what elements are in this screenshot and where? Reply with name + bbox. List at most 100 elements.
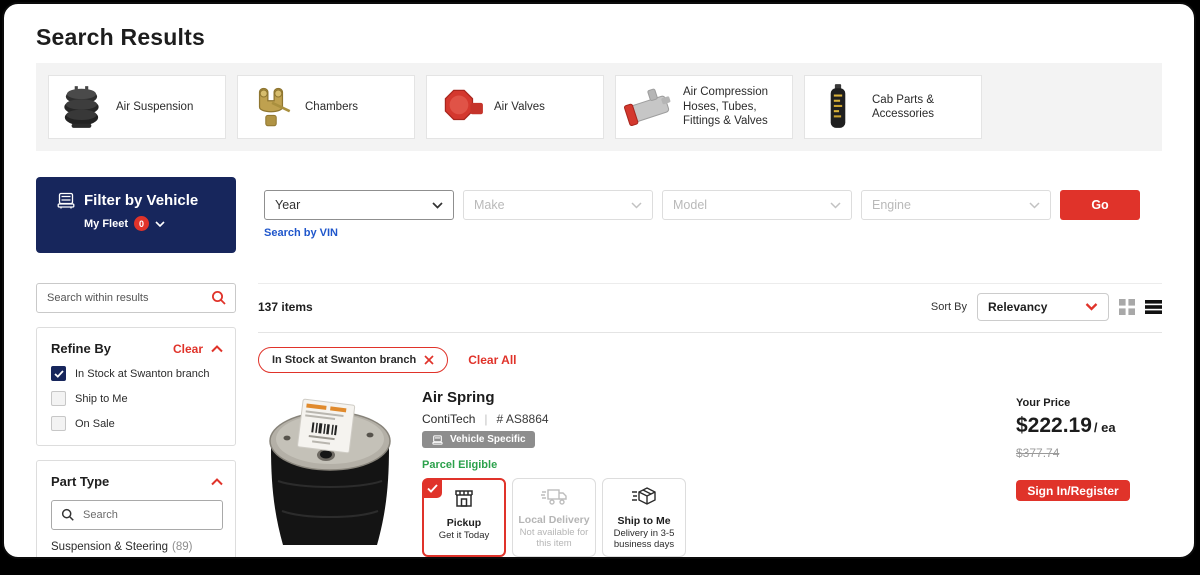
filter-by-vehicle-title: Filter by Vehicle xyxy=(84,192,198,209)
chevron-up-icon[interactable] xyxy=(211,478,223,486)
delivery-truck-icon xyxy=(541,486,568,506)
filter-by-vehicle-panel: Filter by Vehicle My Fleet 0 xyxy=(36,177,236,253)
my-fleet-label: My Fleet xyxy=(84,218,128,230)
search-within-results-input[interactable] xyxy=(47,292,211,304)
refine-clear-link[interactable]: Clear xyxy=(173,342,203,356)
search-icon xyxy=(61,508,75,522)
engine-select-value: Engine xyxy=(872,198,911,212)
list-view-button[interactable] xyxy=(1145,299,1162,315)
filter-option-in-stock[interactable]: In Stock at Swanton branch xyxy=(51,366,223,381)
category-card-air-compression[interactable]: Air Compression Hoses, Tubes, Fittings &… xyxy=(615,75,793,139)
category-label: Chambers xyxy=(305,100,358,114)
filter-chip-in-stock[interactable]: In Stock at Swanton branch xyxy=(258,347,448,373)
refine-by-title: Refine By xyxy=(51,341,111,356)
grid-view-button[interactable] xyxy=(1119,299,1135,315)
search-icon[interactable] xyxy=(211,290,227,306)
list-view-icon xyxy=(1145,299,1162,315)
part-type-item-suspension[interactable]: Suspension & Steering(89) xyxy=(51,541,223,553)
my-fleet-toggle[interactable]: My Fleet 0 xyxy=(56,216,236,231)
truck-icon xyxy=(431,435,444,445)
category-label: Cab Parts & Accessories xyxy=(872,93,973,122)
part-type-search-input[interactable] xyxy=(83,509,213,521)
fulfillment-subtitle: Delivery in 3-5 business days xyxy=(607,528,681,551)
category-card-cab-parts[interactable]: Cab Parts & Accessories xyxy=(804,75,982,139)
chevron-down-icon xyxy=(1085,303,1098,311)
fulfillment-title: Pickup xyxy=(428,517,500,529)
part-type-search-box xyxy=(51,500,223,530)
local-delivery-option: Local Delivery Not available for this it… xyxy=(512,478,596,558)
brand-name[interactable]: ContiTech xyxy=(422,412,475,426)
search-results-page: Search Results Air Suspension Chambers xyxy=(2,2,1196,559)
clear-all-link[interactable]: Clear All xyxy=(468,353,516,367)
model-select-value: Model xyxy=(673,198,707,212)
category-label: Air Suspension xyxy=(116,100,193,114)
engine-select[interactable]: Engine xyxy=(861,190,1051,220)
pickup-option[interactable]: Pickup Get it Today xyxy=(422,478,506,558)
search-by-vin-link[interactable]: Search by VIN xyxy=(264,227,338,239)
make-select[interactable]: Make xyxy=(463,190,653,220)
part-type-title: Part Type xyxy=(51,474,109,489)
vehicle-specific-label: Vehicle Specific xyxy=(450,434,526,445)
chevron-down-icon xyxy=(631,202,642,209)
search-within-results-box xyxy=(36,283,236,313)
filter-option-label: On Sale xyxy=(75,418,115,430)
filter-option-label: Ship to Me xyxy=(75,393,128,405)
filter-option-on-sale[interactable]: On Sale xyxy=(51,416,223,431)
parcel-eligible-label: Parcel Eligible xyxy=(422,459,762,471)
fulfillment-subtitle: Not available for this item xyxy=(517,527,591,550)
refine-by-section: Refine By Clear In Stock at Swanton bran… xyxy=(36,327,236,446)
air-suspension-image xyxy=(57,81,107,133)
your-price-label: Your Price xyxy=(1016,397,1162,409)
category-strip: Air Suspension Chambers Air Valves xyxy=(36,63,1162,151)
checkbox-checked[interactable] xyxy=(51,366,66,381)
filters-sidebar: Refine By Clear In Stock at Swanton bran… xyxy=(36,283,236,559)
chambers-image xyxy=(246,81,296,133)
sort-by-label: Sort By xyxy=(931,301,967,313)
product-title[interactable]: Air Spring xyxy=(422,389,762,406)
close-icon[interactable] xyxy=(424,355,434,365)
old-price: $377.74 xyxy=(1016,446,1162,460)
filter-option-ship-to-me[interactable]: Ship to Me xyxy=(51,391,223,406)
selected-check-icon xyxy=(423,479,442,498)
chevron-down-icon xyxy=(830,202,841,209)
air-valves-image xyxy=(435,81,485,133)
category-card-air-valves[interactable]: Air Valves xyxy=(426,75,604,139)
year-select[interactable]: Year xyxy=(264,190,454,220)
cab-parts-image xyxy=(813,81,863,133)
filter-chip-label: In Stock at Swanton branch xyxy=(272,354,416,366)
results-main: 137 items Sort By Relevancy xyxy=(258,283,1162,559)
results-count: 137 items xyxy=(258,300,313,314)
chevron-down-icon xyxy=(155,221,165,227)
my-fleet-count-badge: 0 xyxy=(134,216,149,231)
separator: | xyxy=(484,412,487,426)
sort-select-value: Relevancy xyxy=(988,300,1047,314)
fulfillment-title: Local Delivery xyxy=(517,514,591,526)
model-select[interactable]: Model xyxy=(662,190,852,220)
package-icon xyxy=(632,486,657,507)
page-title: Search Results xyxy=(36,4,1162,51)
active-filters-row: In Stock at Swanton branch Clear All xyxy=(258,347,1162,373)
ship-to-me-option[interactable]: Ship to Me Delivery in 3-5 business days xyxy=(602,478,686,558)
chevron-down-icon xyxy=(432,202,443,209)
checkbox-unchecked[interactable] xyxy=(51,391,66,406)
chevron-up-icon[interactable] xyxy=(211,345,223,353)
vehicle-selects: Year Make Model Engine Go Search by VIN xyxy=(264,177,1140,253)
checkbox-unchecked[interactable] xyxy=(51,416,66,431)
year-select-value: Year xyxy=(275,198,300,212)
filter-option-label: In Stock at Swanton branch xyxy=(75,368,210,380)
category-label: Air Valves xyxy=(494,100,545,114)
category-card-air-suspension[interactable]: Air Suspension xyxy=(48,75,226,139)
make-select-value: Make xyxy=(474,198,505,212)
price-value: $222.19 xyxy=(1016,414,1092,438)
sign-in-register-button[interactable]: Sign In/Register xyxy=(1016,480,1130,501)
part-type-count: (89) xyxy=(172,541,192,553)
product-image[interactable] xyxy=(260,389,400,547)
price-column: Your Price $222.19 / ea $377.74 Sign In/… xyxy=(1016,389,1162,559)
category-card-chambers[interactable]: Chambers xyxy=(237,75,415,139)
go-button[interactable]: Go xyxy=(1060,190,1140,220)
fulfillment-title: Ship to Me xyxy=(607,515,681,527)
chevron-down-icon xyxy=(1029,202,1040,209)
category-label: Air Compression Hoses, Tubes, Fittings &… xyxy=(683,85,784,128)
sort-select[interactable]: Relevancy xyxy=(977,293,1109,321)
store-icon xyxy=(452,487,476,509)
